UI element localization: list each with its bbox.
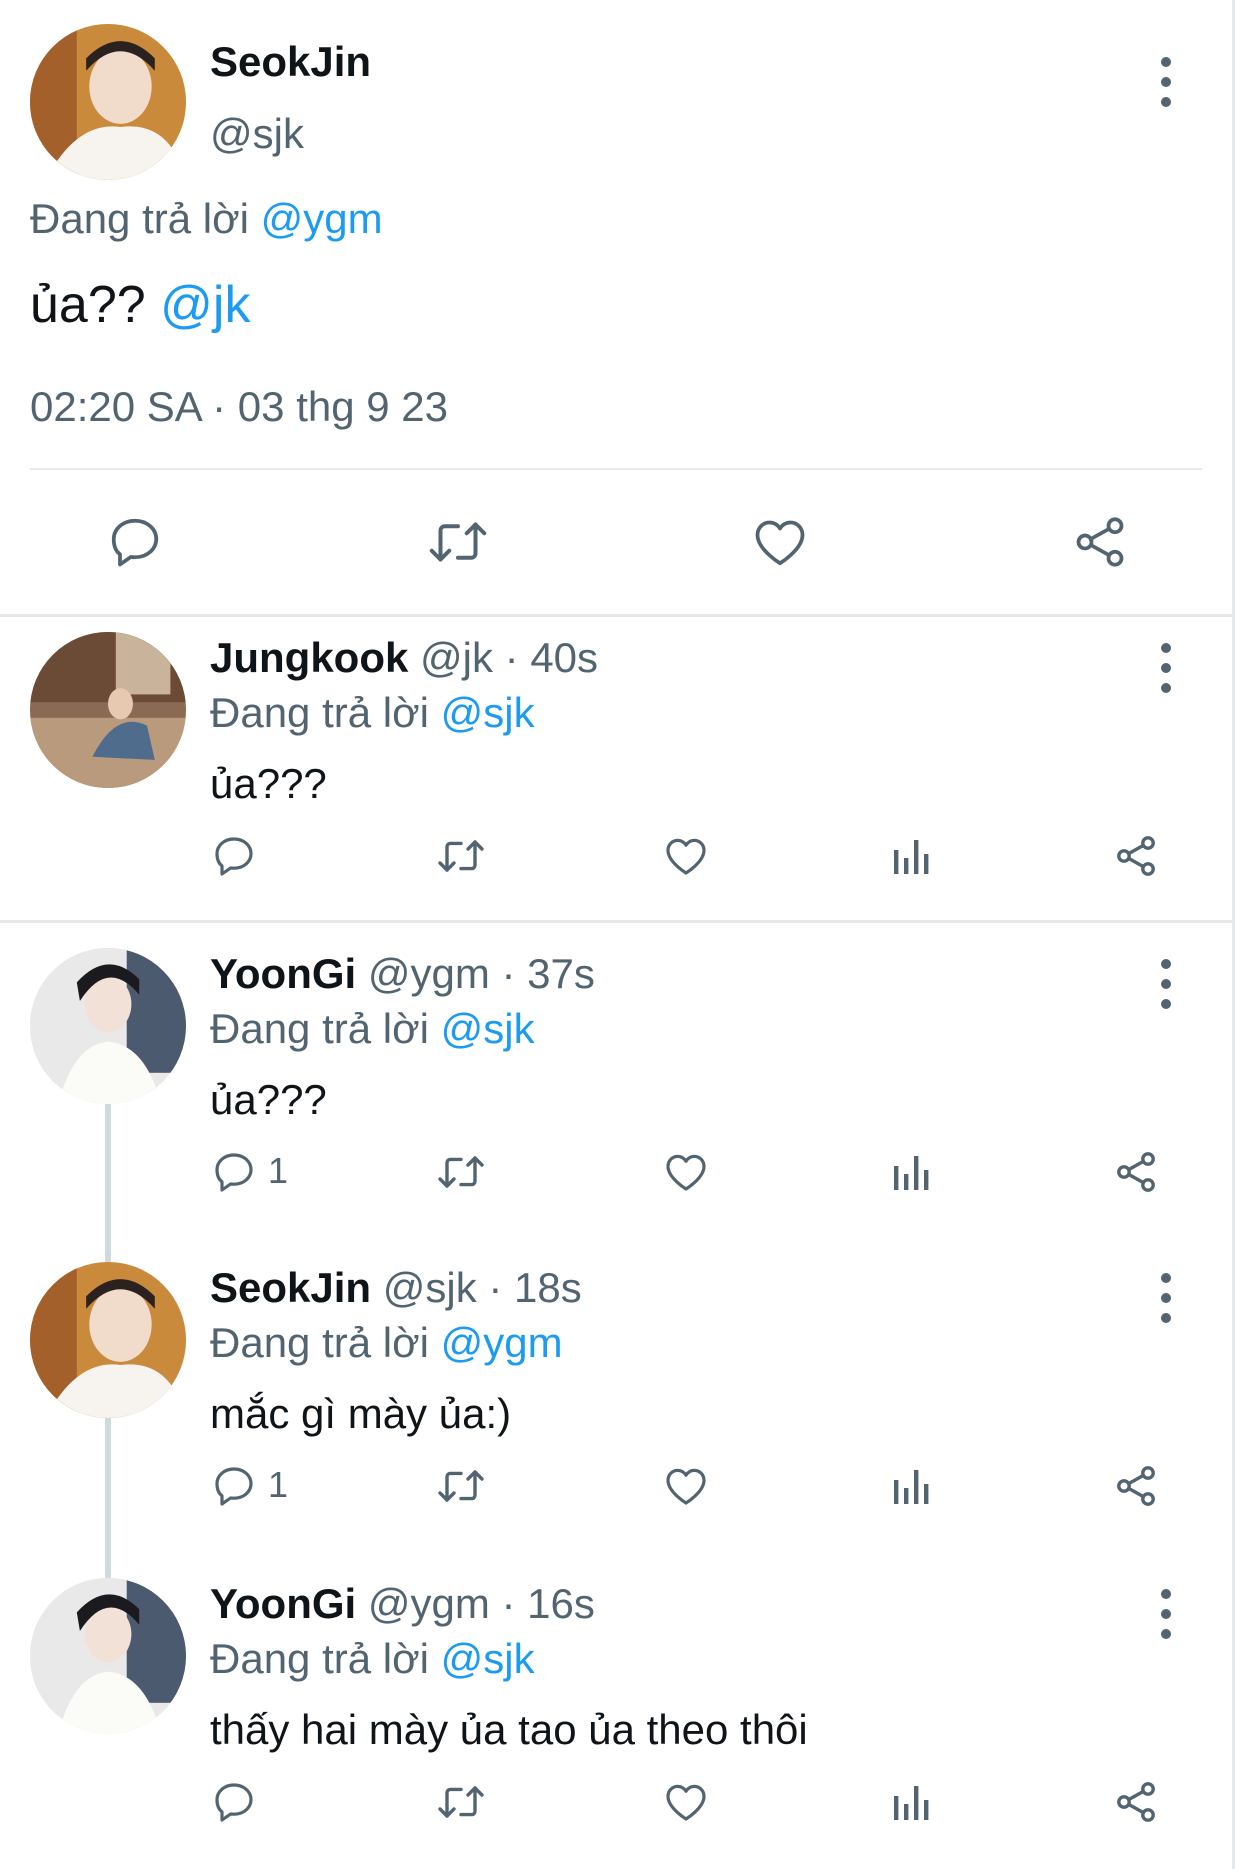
main-tweet: SeokJin @sjk Đang trả lời @ygm ủa?? @jk … bbox=[0, 0, 1232, 614]
reply-icon[interactable] bbox=[105, 512, 165, 572]
reply-text: ủa??? bbox=[210, 1076, 327, 1123]
avatar-jungkook[interactable] bbox=[30, 632, 186, 788]
tweet-mention[interactable]: @jk bbox=[160, 276, 250, 334]
reply-icon[interactable] bbox=[210, 1778, 258, 1826]
replying-prefix: Đang trả lời bbox=[30, 195, 261, 242]
replying-to-mention[interactable]: @sjk bbox=[441, 1635, 535, 1682]
reply-header: YoonGi @ygm · 37s bbox=[210, 950, 595, 998]
replying-to-line: Đang trả lời @sjk bbox=[210, 689, 535, 737]
replying-to-mention[interactable]: @sjk bbox=[441, 689, 535, 736]
replying-to-line: Đang trả lời @sjk bbox=[210, 1005, 535, 1053]
reply-meta[interactable]: @jk · 40s bbox=[408, 634, 598, 681]
reply-tweet: YoonGi @ygm · 16s Đang trả lời @sjk thấy… bbox=[0, 1578, 1232, 1869]
reply-text: mắc gì mày ủa:) bbox=[210, 1390, 512, 1437]
share-icon[interactable] bbox=[1112, 1148, 1160, 1196]
analytics-icon[interactable] bbox=[888, 1462, 936, 1510]
reply-author-name[interactable]: SeokJin bbox=[210, 1264, 371, 1311]
like-icon[interactable] bbox=[750, 512, 810, 572]
tweet-separator bbox=[0, 920, 1232, 923]
like-icon[interactable] bbox=[662, 832, 710, 880]
reply-tweet: YoonGi @ygm · 37s Đang trả lời @sjk ủa??… bbox=[0, 948, 1232, 1248]
tweet-separator bbox=[0, 614, 1232, 617]
tweet-text: ủa?? bbox=[30, 276, 161, 334]
replying-prefix: Đang trả lời bbox=[210, 1635, 441, 1682]
avatar-seokjin[interactable] bbox=[30, 1262, 186, 1418]
like-icon[interactable] bbox=[662, 1148, 710, 1196]
reply-icon[interactable]: 1 bbox=[210, 1462, 288, 1510]
replying-to-line: Đang trả lời @ygm bbox=[30, 195, 383, 243]
reply-meta[interactable]: @ygm · 37s bbox=[356, 950, 595, 997]
avatar-yoongi[interactable] bbox=[30, 948, 186, 1104]
reply-icon[interactable]: 1 bbox=[210, 1148, 288, 1196]
retweet-icon[interactable] bbox=[435, 1778, 487, 1826]
reply-header: SeokJin @sjk · 18s bbox=[210, 1264, 582, 1312]
analytics-icon[interactable] bbox=[888, 1778, 936, 1826]
retweet-icon[interactable] bbox=[435, 1462, 487, 1510]
reply-author-name[interactable]: YoonGi bbox=[210, 950, 356, 997]
more-options-icon[interactable] bbox=[1160, 642, 1172, 699]
reply-text: thấy hai mày ủa tao ủa theo thôi bbox=[210, 1706, 808, 1753]
tweet-timestamp[interactable]: 02:20 SA · 03 thg 9 23 bbox=[30, 383, 448, 431]
avatar-yoongi[interactable] bbox=[30, 1578, 186, 1734]
like-icon[interactable] bbox=[662, 1462, 710, 1510]
like-icon[interactable] bbox=[662, 1778, 710, 1826]
divider bbox=[30, 468, 1202, 470]
retweet-icon[interactable] bbox=[425, 512, 487, 572]
share-icon[interactable] bbox=[1070, 512, 1130, 572]
reply-header: YoonGi @ygm · 16s bbox=[210, 1580, 595, 1628]
retweet-icon[interactable] bbox=[435, 832, 487, 880]
replying-to-line: Đang trả lời @sjk bbox=[210, 1635, 535, 1683]
analytics-icon[interactable] bbox=[888, 1148, 936, 1196]
replying-to-line: Đang trả lời @ygm bbox=[210, 1319, 563, 1367]
reply-tweet: SeokJin @sjk · 18s Đang trả lời @ygm mắc… bbox=[0, 1262, 1232, 1562]
more-options-icon[interactable] bbox=[1160, 56, 1172, 113]
reply-tweet: Jungkook @jk · 40s Đang trả lời @sjk ủa?… bbox=[0, 632, 1232, 920]
reply-meta[interactable]: @ygm · 16s bbox=[356, 1580, 595, 1627]
reply-author-name[interactable]: Jungkook bbox=[210, 634, 408, 681]
replying-to-mention[interactable]: @ygm bbox=[441, 1319, 563, 1366]
reply-author-name[interactable]: YoonGi bbox=[210, 1580, 356, 1627]
tweet-body: ủa?? @jk bbox=[30, 275, 250, 335]
share-icon[interactable] bbox=[1112, 1462, 1160, 1510]
replying-to-mention[interactable]: @sjk bbox=[441, 1005, 535, 1052]
more-options-icon[interactable] bbox=[1160, 958, 1172, 1015]
author-handle[interactable]: @sjk bbox=[210, 110, 304, 158]
more-options-icon[interactable] bbox=[1160, 1588, 1172, 1645]
reply-meta[interactable]: @sjk · 18s bbox=[371, 1264, 582, 1311]
share-icon[interactable] bbox=[1112, 832, 1160, 880]
reply-text: ủa??? bbox=[210, 760, 327, 807]
reply-count: 1 bbox=[268, 1464, 289, 1505]
more-options-icon[interactable] bbox=[1160, 1272, 1172, 1329]
avatar-seokjin[interactable] bbox=[30, 24, 186, 180]
analytics-icon[interactable] bbox=[888, 832, 936, 880]
replying-to-mention[interactable]: @ygm bbox=[261, 195, 383, 242]
retweet-icon[interactable] bbox=[435, 1148, 487, 1196]
replying-prefix: Đang trả lời bbox=[210, 1319, 441, 1366]
author-name[interactable]: SeokJin bbox=[210, 38, 371, 86]
replying-prefix: Đang trả lời bbox=[210, 1005, 441, 1052]
reply-header: Jungkook @jk · 40s bbox=[210, 634, 598, 682]
reply-icon[interactable] bbox=[210, 832, 258, 880]
reply-count: 1 bbox=[268, 1150, 289, 1191]
share-icon[interactable] bbox=[1112, 1778, 1160, 1826]
replying-prefix: Đang trả lời bbox=[210, 689, 441, 736]
